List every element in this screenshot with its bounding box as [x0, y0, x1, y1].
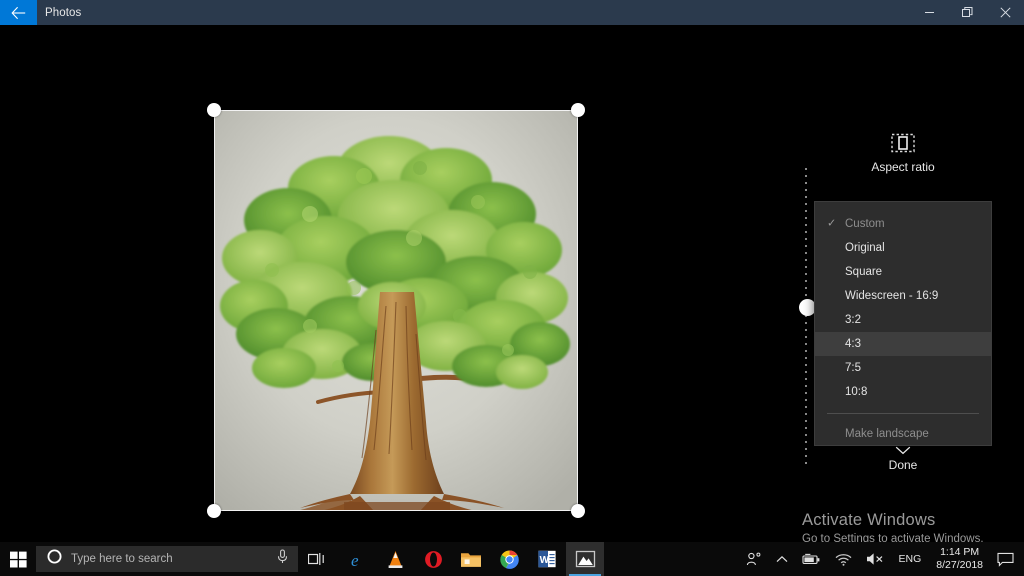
microphone-icon[interactable]	[277, 549, 288, 569]
action-center-button[interactable]	[991, 542, 1024, 576]
crop-guide-dotted-line	[805, 168, 807, 465]
editor-canvas: Aspect ratio ✓ Custom Original Square Wi…	[0, 25, 1024, 542]
done-label: Done	[889, 458, 918, 472]
menu-item-label: Custom	[845, 218, 885, 230]
menu-item-label: 3:2	[845, 314, 861, 326]
watermark-title: Activate Windows	[802, 511, 984, 530]
menu-item-make-landscape[interactable]: Make landscape	[815, 422, 991, 446]
people-button[interactable]	[739, 542, 769, 576]
title-bar: Photos	[0, 0, 1024, 25]
taskbar: Type here to search e	[0, 542, 1024, 576]
minimize-icon	[924, 7, 935, 18]
menu-item-custom[interactable]: ✓ Custom	[815, 212, 991, 236]
chevron-down-icon	[895, 446, 911, 455]
volume-button[interactable]	[859, 542, 892, 576]
taskbar-app-edge[interactable]: e	[338, 542, 376, 576]
cortana-circle-icon	[47, 549, 62, 569]
opera-icon	[423, 549, 444, 570]
show-hidden-icons-button[interactable]	[769, 542, 795, 576]
network-button[interactable]	[828, 542, 859, 576]
crop-handle-top-right[interactable]	[571, 103, 585, 117]
battery-icon	[802, 553, 821, 566]
search-input[interactable]: Type here to search	[71, 553, 277, 565]
taskbar-app-file-explorer[interactable]	[452, 542, 490, 576]
menu-item-label: Widescreen - 16:9	[845, 290, 938, 302]
app-title: Photos	[45, 7, 81, 19]
action-center-icon	[997, 552, 1014, 567]
menu-item-10-8[interactable]: 10:8	[815, 380, 991, 404]
menu-item-label: 4:3	[845, 338, 861, 350]
activate-windows-watermark: Activate Windows Go to Settings to activ…	[802, 511, 984, 545]
taskbar-app-chrome[interactable]	[490, 542, 528, 576]
show-hidden-icons-chevron	[776, 555, 788, 564]
task-view-button[interactable]	[298, 542, 334, 576]
photos-icon	[575, 550, 596, 569]
file-explorer-icon	[460, 550, 482, 569]
taskbar-app-photos[interactable]	[566, 542, 604, 576]
windows-start-icon	[10, 551, 27, 568]
menu-item-3-2[interactable]: 3:2	[815, 308, 991, 332]
crop-handle-top-left[interactable]	[207, 103, 221, 117]
menu-item-original[interactable]: Original	[815, 236, 991, 260]
search-box[interactable]: Type here to search	[36, 546, 298, 572]
restore-button[interactable]	[948, 0, 986, 25]
tree-painting-illustration	[214, 110, 578, 511]
taskbar-app-opera[interactable]	[414, 542, 452, 576]
chrome-icon	[499, 549, 520, 570]
menu-separator	[827, 413, 979, 414]
edge-icon: e	[347, 549, 368, 570]
check-icon: ✓	[827, 219, 836, 230]
crop-handle-bottom-left[interactable]	[207, 504, 221, 518]
taskbar-app-word[interactable]: W	[528, 542, 566, 576]
close-icon	[1000, 7, 1011, 18]
back-arrow-icon	[11, 6, 27, 20]
done-button[interactable]: Done	[814, 446, 992, 472]
menu-item-label: 10:8	[845, 386, 867, 398]
photo-image	[214, 110, 578, 511]
svg-text:e: e	[351, 551, 359, 570]
battery-button[interactable]	[795, 542, 828, 576]
system-tray: ENG 1:14 PM 8/27/2018	[739, 542, 1024, 576]
clock-time: 1:14 PM	[940, 546, 979, 559]
aspect-ratio-dropdown[interactable]: ✓ Custom Original Square Widescreen - 16…	[814, 201, 992, 446]
vlc-icon	[385, 549, 406, 570]
restore-icon	[962, 7, 973, 18]
task-view-icon	[308, 552, 325, 566]
language-indicator[interactable]: ENG	[892, 542, 929, 576]
clock-date: 8/27/2018	[936, 559, 983, 572]
window-controls	[910, 0, 1024, 25]
aspect-ratio-button[interactable]: Aspect ratio	[814, 133, 992, 174]
clock[interactable]: 1:14 PM 8/27/2018	[928, 542, 991, 576]
svg-text:W: W	[540, 555, 550, 566]
close-button[interactable]	[986, 0, 1024, 25]
menu-item-label: Square	[845, 266, 882, 278]
taskbar-app-vlc[interactable]	[376, 542, 414, 576]
aspect-ratio-icon	[891, 133, 915, 153]
volume-muted-icon	[866, 552, 885, 566]
menu-item-widescreen-16-9[interactable]: Widescreen - 16:9	[815, 284, 991, 308]
menu-item-square[interactable]: Square	[815, 260, 991, 284]
taskbar-apps: e	[338, 542, 604, 576]
menu-item-label: Original	[845, 242, 885, 254]
start-button[interactable]	[0, 542, 36, 576]
wifi-icon	[835, 553, 852, 566]
people-icon	[746, 552, 762, 566]
crop-frame[interactable]	[214, 110, 578, 511]
menu-item-4-3[interactable]: 4:3	[815, 332, 991, 356]
menu-item-7-5[interactable]: 7:5	[815, 356, 991, 380]
menu-item-label: 7:5	[845, 362, 861, 374]
menu-item-label: Make landscape	[845, 428, 929, 440]
crop-handle-bottom-right[interactable]	[571, 504, 585, 518]
word-icon: W	[537, 549, 557, 569]
back-button[interactable]	[0, 0, 37, 25]
aspect-ratio-label: Aspect ratio	[871, 160, 934, 174]
minimize-button[interactable]	[910, 0, 948, 25]
photos-app-window: Photos	[0, 0, 1024, 576]
